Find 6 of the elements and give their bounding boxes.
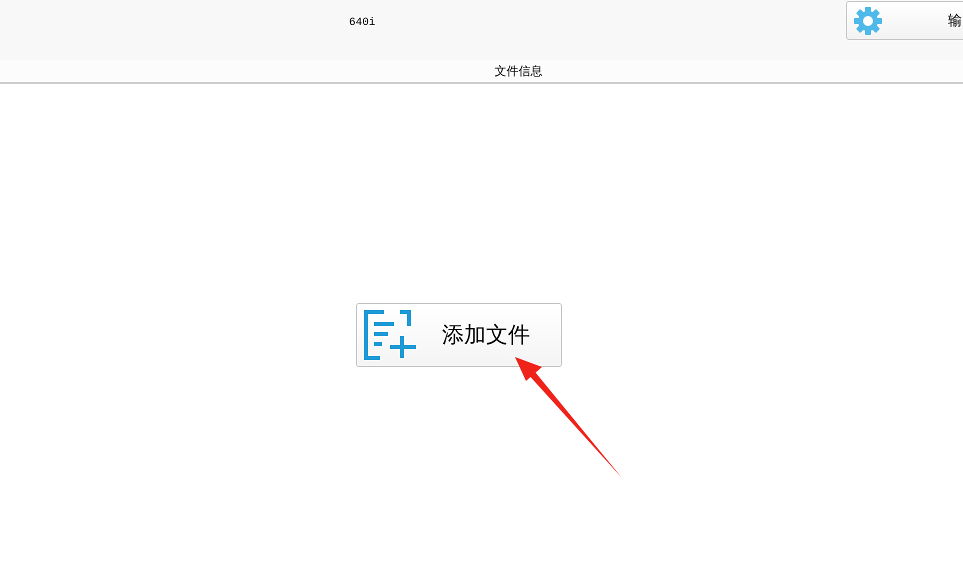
gear-icon <box>853 6 883 36</box>
add-file-icon <box>364 310 418 360</box>
settings-button[interactable]: 输 <box>846 1 963 40</box>
section-title: 文件信息 <box>494 63 542 80</box>
add-file-button[interactable]: 添加文件 <box>356 303 562 367</box>
toolbar-label: 640i <box>349 16 376 31</box>
